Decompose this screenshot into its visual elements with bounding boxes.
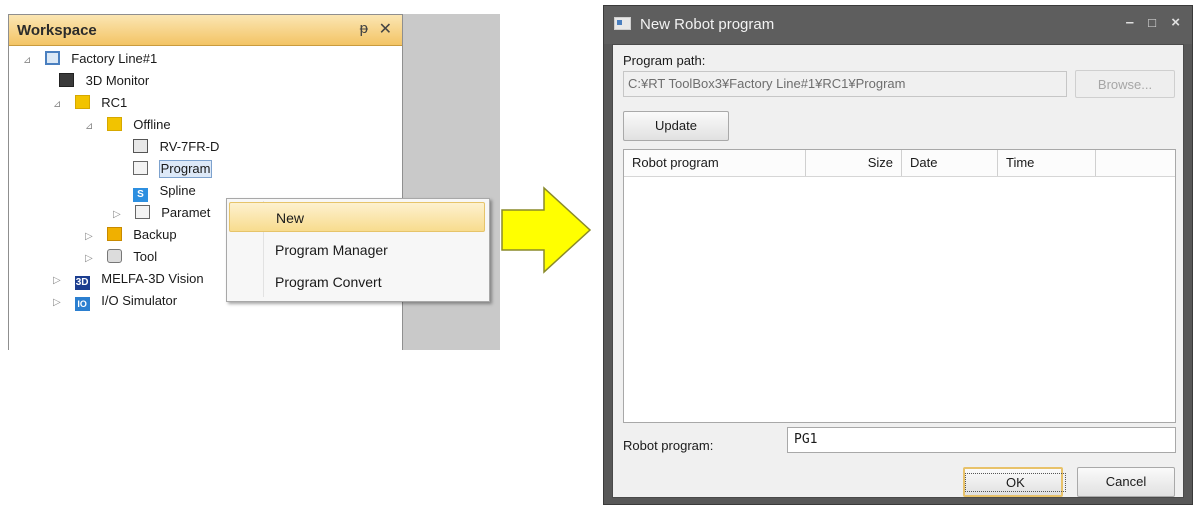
- workspace-title: Workspace: [17, 22, 97, 39]
- io-simulator-icon: IO: [74, 297, 90, 311]
- browse-button[interactable]: Browse...: [1075, 70, 1175, 98]
- tree-item-program[interactable]: Program: [133, 159, 213, 179]
- close-icon[interactable]: ×: [1171, 14, 1180, 31]
- program-path-field: C:¥RT ToolBox3¥Factory Line#1¥RC1¥Progra…: [623, 71, 1067, 97]
- tree-item-vision[interactable]: ▷ 3D MELFA-3D Vision: [53, 269, 205, 291]
- tree-item-label: Offline: [133, 117, 171, 132]
- column-date[interactable]: Date: [902, 150, 998, 176]
- column-time[interactable]: Time: [998, 150, 1096, 176]
- menu-item-new[interactable]: New: [229, 202, 485, 232]
- expand-closed-icon[interactable]: ▷: [85, 227, 97, 247]
- expand-open-icon[interactable]: ⊿: [85, 117, 97, 137]
- workspace-header: Workspace ᵽ ✕: [9, 15, 402, 46]
- tree-item-tool[interactable]: ▷ Tool: [85, 247, 158, 267]
- minimize-icon[interactable]: –: [1126, 14, 1134, 31]
- tree-item-label: RV-7FR-D: [159, 139, 220, 154]
- ok-button-label: OK: [965, 473, 1066, 492]
- tree-item-robot[interactable]: RV-7FR-D: [133, 137, 220, 157]
- expand-closed-icon[interactable]: ▷: [53, 271, 65, 291]
- tree-item-label: I/O Simulator: [101, 293, 178, 308]
- program-path-label: Program path:: [623, 53, 706, 68]
- tree-item-label: Factory Line#1: [71, 51, 158, 66]
- vision-icon: 3D: [74, 276, 90, 290]
- controller-icon: [74, 95, 90, 109]
- tool-icon: [106, 249, 122, 263]
- workspace-icon: [44, 51, 60, 65]
- tree-item-label: MELFA-3D Vision: [101, 271, 204, 286]
- expand-open-icon[interactable]: ⊿: [23, 51, 35, 71]
- expand-closed-icon[interactable]: ▷: [85, 249, 97, 269]
- tree-item-label: RC1: [101, 95, 128, 110]
- tree-item-3d-monitor[interactable]: 3D Monitor: [59, 71, 150, 91]
- dialog-title: New Robot program: [640, 16, 775, 33]
- close-icon[interactable]: ✕: [379, 19, 392, 39]
- robot-program-list[interactable]: Robot program Size Date Time: [623, 149, 1176, 423]
- tree-item-io-simulator[interactable]: ▷ IO I/O Simulator: [53, 291, 178, 311]
- dialog-body: Program path: C:¥RT ToolBox3¥Factory Lin…: [612, 44, 1184, 498]
- column-robot-program[interactable]: Robot program: [624, 150, 806, 176]
- tree-item-factory-line[interactable]: ⊿ Factory Line#1: [23, 49, 158, 69]
- cancel-button[interactable]: Cancel: [1077, 467, 1175, 497]
- tree-item-label: Spline: [159, 183, 196, 198]
- tree-item-backup[interactable]: ▷ Backup: [85, 225, 178, 245]
- spline-icon: S: [133, 188, 148, 202]
- tree-item-parameter[interactable]: ▷ Paramet: [113, 203, 211, 223]
- tree-item-label: 3D Monitor: [85, 73, 150, 88]
- robot-program-label: Robot program:: [623, 438, 714, 453]
- pin-icon[interactable]: ᵽ: [360, 20, 368, 37]
- tree-item-rc1[interactable]: ⊿ RC1: [53, 93, 128, 113]
- program-icon: [133, 161, 148, 175]
- tree-item-label: Program: [158, 160, 213, 178]
- menu-item-program-manager[interactable]: Program Manager: [229, 235, 485, 265]
- list-header: Robot program Size Date Time: [624, 150, 1175, 177]
- tree-item-label: Paramet: [161, 205, 211, 220]
- offline-icon: [106, 117, 122, 131]
- context-menu: New Program Manager Program Convert: [226, 198, 490, 302]
- expand-closed-icon[interactable]: ▷: [113, 205, 125, 225]
- maximize-icon[interactable]: □: [1148, 15, 1156, 30]
- tree-item-label: Backup: [133, 227, 177, 242]
- ok-button[interactable]: OK: [963, 467, 1066, 497]
- tree-item-offline[interactable]: ⊿ Offline: [85, 115, 172, 135]
- monitor-3d-icon: [59, 73, 74, 87]
- expand-open-icon[interactable]: ⊿: [53, 95, 65, 115]
- menu-item-program-convert[interactable]: Program Convert: [229, 267, 485, 297]
- tree-item-spline[interactable]: S Spline: [133, 181, 197, 202]
- dialog-title-bar: New Robot program – □ ×: [604, 6, 1192, 44]
- tree-item-label: Tool: [133, 249, 158, 264]
- parameter-icon: [134, 205, 150, 219]
- backup-icon: [106, 227, 122, 241]
- update-button[interactable]: Update: [623, 111, 729, 141]
- expand-closed-icon[interactable]: ▷: [53, 293, 65, 313]
- right-arrow-icon: [501, 186, 592, 274]
- new-robot-program-dialog: New Robot program – □ × Program path: C:…: [603, 5, 1193, 505]
- robot-program-input[interactable]: PG1: [787, 427, 1176, 453]
- robot-icon: [133, 139, 148, 153]
- app-icon: [614, 17, 631, 30]
- column-size[interactable]: Size: [806, 150, 902, 176]
